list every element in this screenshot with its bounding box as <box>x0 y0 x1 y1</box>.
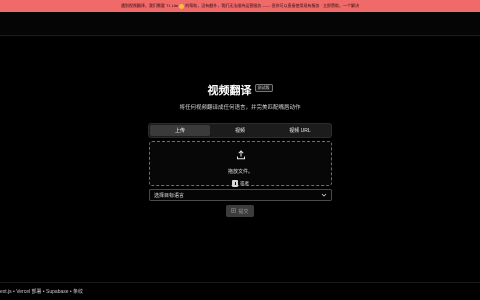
submit-button[interactable]: 提交 <box>226 205 254 217</box>
target-language-select[interactable]: 选择目标语言 <box>149 189 332 201</box>
play-icon <box>231 207 237 215</box>
page-subtitle: 将任何视频翻译成任何语言，并完美匹配嘴唇动作 <box>179 105 301 111</box>
submit-label: 提交 <box>238 208 249 215</box>
select-file-label: 或者 <box>240 180 249 186</box>
banner-text-end[interactable]: 的帮助，没有额外，我们无法维持运营服务 —— 但你可以直接使用现有服务 · 立即… <box>185 3 359 9</box>
file-icon <box>232 180 238 187</box>
page-title: 视频翻译 <box>207 85 252 97</box>
tab-video[interactable]: 视频 <box>210 125 270 136</box>
banner-text-start: 遇到视频翻译，我们需要 T1 Lite <box>120 3 179 8</box>
select-file-button[interactable]: 或者 <box>232 180 249 187</box>
hero-section: 视频翻译 测试版 将任何视频翻译成任何语言，并完美匹配嘴唇动作 <box>0 82 480 111</box>
title-row: 视频翻译 测试版 <box>0 82 480 98</box>
top-navbar <box>0 12 480 36</box>
tab-video-url[interactable]: 视频 URL <box>270 125 330 136</box>
footer-text: ext.js • Vercel 部署 • Supabase • 条纹 <box>0 289 84 295</box>
chevron-down-icon <box>320 192 327 199</box>
announcement-banner: 遇到视频翻译，我们需要 T1 Lite 的帮助，没有额外，我们无法维持运营服务 … <box>0 0 480 12</box>
beta-badge: 测试版 <box>254 83 273 92</box>
footer: ext.js • Vercel 部署 • Supabase • 条纹 <box>0 282 480 300</box>
smile-emoji-icon <box>179 3 185 9</box>
file-dropzone[interactable]: 拖放文件。 或者 <box>149 141 332 187</box>
source-tabs: 上传 视频 视频 URL <box>148 123 332 138</box>
dropzone-text: 拖放文件。 <box>227 169 253 175</box>
language-select-value: 选择目标语言 <box>154 192 185 199</box>
tab-upload[interactable]: 上传 <box>150 125 210 136</box>
upload-icon <box>236 147 246 165</box>
